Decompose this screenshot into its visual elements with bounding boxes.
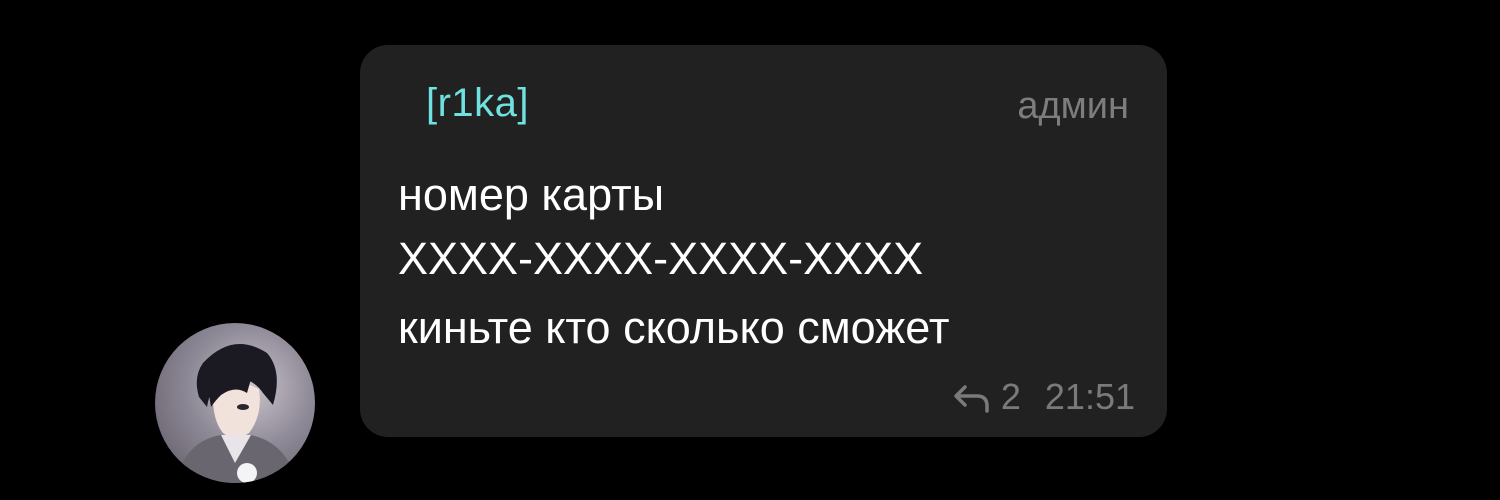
reply-count[interactable]: 2 [1001, 379, 1021, 415]
avatar-illustration [175, 344, 297, 483]
message-line-2: XXXX-XXXX-XXXX-XXXX [398, 233, 924, 284]
avatar[interactable] [155, 323, 315, 483]
message-line-3: киньте кто сколько сможет [398, 302, 950, 353]
message-time: 21:51 [1044, 376, 1135, 417]
message-line-1: номер карты [398, 169, 665, 220]
message-meta: 2 21:51 [951, 379, 1135, 415]
message-bubble[interactable]: [r1ka] админ номер карты XXXX-XXXX-XXXX-… [360, 45, 1167, 437]
role-badge: админ [1017, 85, 1129, 127]
reply-icon[interactable] [951, 381, 991, 413]
sender-name[interactable]: [r1ka] [426, 83, 529, 123]
